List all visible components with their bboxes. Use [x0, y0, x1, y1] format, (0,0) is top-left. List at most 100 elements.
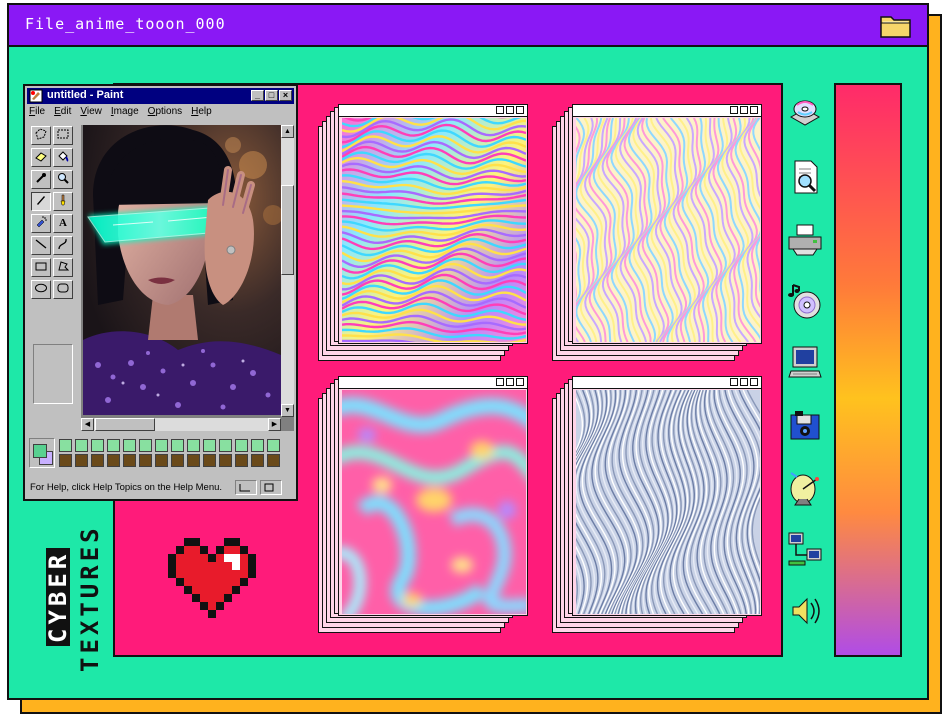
- close-button[interactable]: [750, 106, 758, 114]
- maximize-button[interactable]: [506, 106, 514, 114]
- free-select-tool[interactable]: [31, 126, 51, 145]
- palette-swatch[interactable]: [171, 439, 184, 452]
- vertical-scrollbar[interactable]: ▲ ▼: [281, 125, 294, 417]
- palette-swatch[interactable]: [235, 454, 248, 467]
- paint-titlebar[interactable]: untitled - Paint _ □ ×: [27, 88, 294, 104]
- network-icon[interactable]: [785, 529, 825, 569]
- palette-swatch[interactable]: [187, 439, 200, 452]
- menu-options[interactable]: Options: [148, 106, 182, 117]
- texture-window-titlebar[interactable]: [573, 105, 761, 117]
- menu-help[interactable]: Help: [191, 106, 212, 117]
- pencil-tool[interactable]: [31, 192, 51, 211]
- scroll-down-button[interactable]: ▼: [281, 404, 294, 417]
- texture-window-stack: [318, 376, 533, 638]
- palette-swatch[interactable]: [59, 454, 72, 467]
- texture-window-stack: [552, 104, 767, 366]
- texture-window[interactable]: [572, 104, 762, 344]
- current-colors[interactable]: [29, 438, 55, 468]
- palette-swatch[interactable]: [203, 454, 216, 467]
- texture-window[interactable]: [572, 376, 762, 616]
- brush-tool[interactable]: [53, 192, 73, 211]
- tool-options-box[interactable]: [33, 344, 73, 404]
- scroll-up-button[interactable]: ▲: [281, 125, 294, 138]
- palette-swatch[interactable]: [139, 439, 152, 452]
- menu-view[interactable]: View: [80, 106, 102, 117]
- texture-window-titlebar[interactable]: [339, 377, 527, 389]
- palette-swatch[interactable]: [235, 439, 248, 452]
- palette-swatch[interactable]: [219, 439, 232, 452]
- color-picker-tool[interactable]: [31, 170, 51, 189]
- window-titlebar[interactable]: File_anime_tooon_000: [9, 5, 927, 47]
- close-button[interactable]: [516, 106, 524, 114]
- scroll-right-button[interactable]: ▶: [268, 418, 281, 431]
- palette-swatch[interactable]: [187, 454, 200, 467]
- palette-swatch[interactable]: [171, 454, 184, 467]
- satellite-dish-icon[interactable]: [785, 467, 825, 507]
- rectangle-tool[interactable]: [31, 258, 51, 277]
- fill-tool[interactable]: [53, 148, 73, 167]
- rounded-rectangle-tool[interactable]: [53, 280, 73, 299]
- texture-window-titlebar[interactable]: [573, 377, 761, 389]
- maximize-button[interactable]: [506, 378, 514, 386]
- palette-swatch[interactable]: [59, 439, 72, 452]
- maximize-button[interactable]: [740, 378, 748, 386]
- palette-swatch[interactable]: [107, 454, 120, 467]
- music-cd-icon[interactable]: [785, 281, 825, 321]
- eraser-tool[interactable]: [31, 148, 51, 167]
- texture-window[interactable]: [338, 104, 528, 344]
- line-tool[interactable]: [31, 236, 51, 255]
- canvas-photo[interactable]: [83, 125, 281, 415]
- printer-icon[interactable]: [785, 219, 825, 259]
- palette-swatch[interactable]: [123, 439, 136, 452]
- menu-edit[interactable]: Edit: [54, 106, 71, 117]
- palette-swatch[interactable]: [155, 439, 168, 452]
- minimize-button[interactable]: [730, 106, 738, 114]
- folder-icon[interactable]: [879, 11, 913, 43]
- menu-file[interactable]: File: [29, 106, 45, 117]
- palette-swatch[interactable]: [155, 454, 168, 467]
- minimize-button[interactable]: _: [251, 90, 264, 101]
- minimize-button[interactable]: [496, 106, 504, 114]
- maximize-button[interactable]: [740, 106, 748, 114]
- palette-swatch[interactable]: [267, 454, 280, 467]
- palette-swatch[interactable]: [203, 439, 216, 452]
- ellipse-tool[interactable]: [31, 280, 51, 299]
- close-button[interactable]: [516, 378, 524, 386]
- search-document-icon[interactable]: [785, 157, 825, 197]
- paint-window[interactable]: untitled - Paint _ □ × File Edit View Im…: [23, 84, 298, 501]
- palette-swatch[interactable]: [251, 454, 264, 467]
- airbrush-tool[interactable]: [31, 214, 51, 233]
- horizontal-scrollbar[interactable]: ◀ ▶: [81, 418, 281, 431]
- polygon-tool[interactable]: [53, 258, 73, 277]
- cd-install-icon[interactable]: [785, 95, 825, 135]
- text-tool[interactable]: A: [53, 214, 73, 233]
- camera-disk-icon[interactable]: [785, 405, 825, 445]
- palette-swatch[interactable]: [91, 454, 104, 467]
- palette-swatch[interactable]: [219, 454, 232, 467]
- scroll-left-button[interactable]: ◀: [81, 418, 94, 431]
- palette-swatch[interactable]: [75, 454, 88, 467]
- texture-window[interactable]: [338, 376, 528, 616]
- curve-tool[interactable]: [53, 236, 73, 255]
- minimize-button[interactable]: [730, 378, 738, 386]
- maximize-button[interactable]: □: [265, 90, 278, 101]
- rect-select-tool[interactable]: [53, 126, 73, 145]
- palette-swatch[interactable]: [123, 454, 136, 467]
- palette-swatch[interactable]: [75, 439, 88, 452]
- close-button[interactable]: [750, 378, 758, 386]
- palette-swatch[interactable]: [107, 439, 120, 452]
- close-button[interactable]: ×: [279, 90, 292, 101]
- computer-icon[interactable]: [785, 343, 825, 383]
- scroll-thumb[interactable]: [281, 185, 294, 275]
- menu-image[interactable]: Image: [111, 106, 139, 117]
- palette-swatch[interactable]: [91, 439, 104, 452]
- paint-toolbox: A: [29, 124, 77, 464]
- palette-swatch[interactable]: [267, 439, 280, 452]
- minimize-button[interactable]: [496, 378, 504, 386]
- palette-swatch[interactable]: [251, 439, 264, 452]
- magnifier-tool[interactable]: [53, 170, 73, 189]
- hscroll-thumb[interactable]: [95, 418, 155, 431]
- palette-swatch[interactable]: [139, 454, 152, 467]
- speaker-icon[interactable]: [785, 591, 825, 631]
- texture-window-titlebar[interactable]: [339, 105, 527, 117]
